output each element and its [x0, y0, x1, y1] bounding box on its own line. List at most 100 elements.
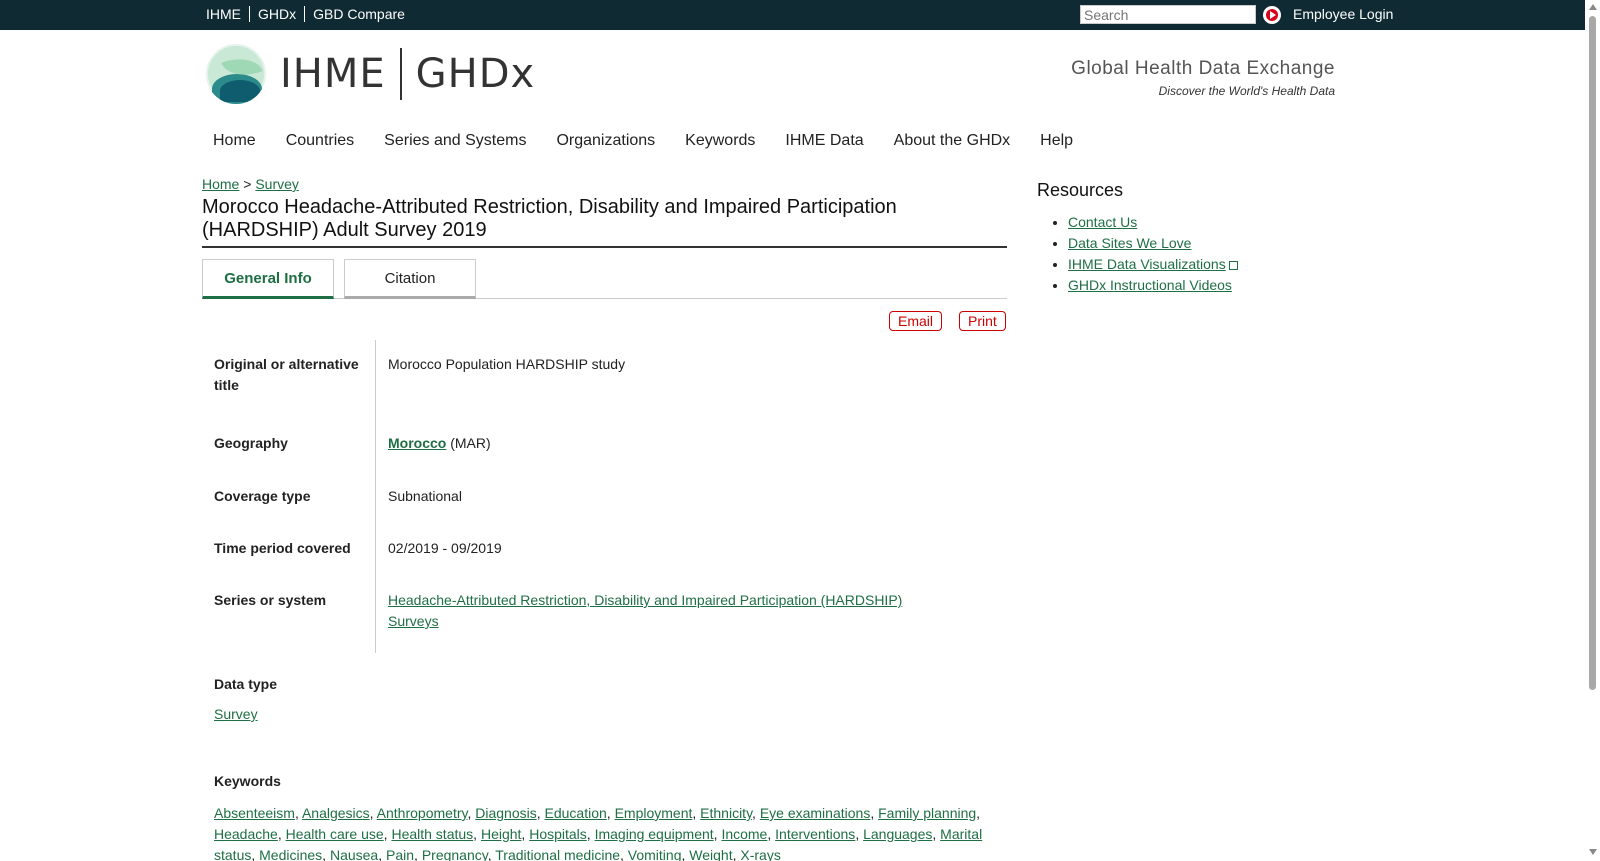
keyword-separator: ,: [870, 805, 879, 821]
keyword-separator: ,: [536, 805, 545, 821]
site-logo[interactable]: IHME GHDx: [206, 44, 535, 104]
nav-keywords[interactable]: Keywords: [674, 132, 766, 150]
resource-instructional-videos[interactable]: GHDx Instructional Videos: [1068, 277, 1232, 293]
print-button[interactable]: Print: [959, 311, 1006, 331]
geography-code: (MAR): [450, 435, 491, 451]
employee-login-link[interactable]: Employee Login: [1293, 6, 1393, 22]
page-actions: Email Print: [889, 311, 1006, 331]
keyword-link[interactable]: Nausea: [330, 847, 378, 861]
keyword-link[interactable]: Income: [721, 826, 767, 842]
data-type-label: Data type: [214, 676, 278, 692]
nav-about-the-ghdx[interactable]: About the GHDx: [883, 132, 1022, 150]
keyword-link[interactable]: Family planning: [878, 805, 976, 821]
search-go-icon[interactable]: [1263, 6, 1281, 24]
search-input[interactable]: [1080, 5, 1256, 24]
keyword-separator: ,: [473, 826, 481, 842]
keyword-link[interactable]: Interventions: [775, 826, 855, 842]
keyword-link[interactable]: Weight: [689, 847, 732, 861]
field-value: Morocco (MAR): [376, 408, 1007, 466]
keyword-link[interactable]: Traditional medicine: [495, 847, 620, 861]
main-nav: Home Countries Series and Systems Organi…: [202, 132, 1092, 150]
keyword-link[interactable]: Medicines: [259, 847, 322, 861]
scroll-up-icon[interactable]: [1589, 4, 1597, 10]
keyword-separator: ,: [369, 805, 377, 821]
keyword-separator: ,: [294, 805, 302, 821]
breadcrumb-survey[interactable]: Survey: [255, 176, 299, 192]
info-row-coverage: Coverage type Subnational: [202, 466, 1007, 519]
email-button[interactable]: Email: [889, 311, 943, 331]
top-link-gbd-compare[interactable]: GBD Compare: [305, 6, 413, 22]
keyword-link[interactable]: Headache: [214, 826, 278, 842]
tab-citation[interactable]: Citation: [344, 259, 476, 299]
nav-organizations[interactable]: Organizations: [545, 132, 666, 150]
field-label: Geography: [202, 408, 376, 466]
keyword-separator: ,: [606, 805, 615, 821]
breadcrumb-separator: >: [243, 176, 252, 192]
keyword-link[interactable]: Pregnancy: [422, 847, 488, 861]
top-link-ihme[interactable]: IHME: [202, 6, 250, 22]
keyword-link[interactable]: Analgesics: [302, 805, 370, 821]
resources-title: Resources: [1037, 180, 1124, 200]
nav-series-and-systems[interactable]: Series and Systems: [373, 132, 537, 150]
resource-data-sites[interactable]: Data Sites We Love: [1068, 235, 1191, 251]
keyword-separator: ,: [414, 847, 422, 861]
keyword-separator: ,: [322, 847, 330, 861]
keyword-link[interactable]: Vomiting: [628, 847, 682, 861]
top-link-ghdx[interactable]: GHDx: [250, 6, 306, 22]
keyword-link[interactable]: Employment: [615, 805, 693, 821]
field-value: Headache-Attributed Restriction, Disabil…: [376, 571, 1007, 653]
logo-ihme-text: IHME: [280, 51, 386, 97]
keyword-link[interactable]: Hospitals: [529, 826, 587, 842]
field-label: Time period covered: [202, 519, 376, 571]
keywords-list: Absenteeism, Analgesics, Anthropometry, …: [214, 803, 1009, 861]
keyword-link[interactable]: Pain: [386, 847, 414, 861]
nav-ihme-data[interactable]: IHME Data: [774, 132, 874, 150]
breadcrumb-home[interactable]: Home: [202, 176, 239, 192]
resources-list: Contact Us Data Sites We Love IHME Data …: [1050, 212, 1238, 296]
info-row-series: Series or system Headache-Attributed Res…: [202, 571, 1007, 653]
page-title: Morocco Headache-Attributed Restriction,…: [202, 196, 1007, 248]
data-type-section: Data type Survey: [214, 676, 1009, 722]
keyword-separator: ,: [855, 826, 864, 842]
nav-help[interactable]: Help: [1029, 132, 1084, 150]
field-value: 02/2019 - 09/2019: [388, 540, 502, 556]
keyword-separator: ,: [586, 826, 595, 842]
tab-general-info[interactable]: General Info: [202, 259, 334, 299]
resource-item: Contact Us: [1068, 212, 1238, 233]
nav-countries[interactable]: Countries: [275, 132, 365, 150]
keyword-link[interactable]: Health care use: [286, 826, 384, 842]
keyword-link[interactable]: Education: [545, 805, 607, 821]
ihme-globe-icon: [206, 44, 266, 104]
field-label: Original or alternative title: [202, 340, 376, 408]
keyword-separator: ,: [378, 847, 386, 861]
nav-home[interactable]: Home: [202, 132, 267, 150]
scroll-down-icon[interactable]: [1589, 849, 1597, 855]
field-value: Subnational: [388, 488, 462, 504]
keyword-separator: ,: [620, 847, 628, 861]
keyword-link[interactable]: Absenteeism: [214, 805, 295, 821]
geography-link[interactable]: Morocco: [388, 435, 446, 451]
info-row-time-period: Time period covered 02/2019 - 09/2019: [202, 519, 1007, 571]
keyword-link[interactable]: Anthropometry: [377, 805, 468, 821]
resource-ihme-visualizations[interactable]: IHME Data Visualizations: [1068, 256, 1226, 272]
scrollbar-thumb[interactable]: [1589, 16, 1596, 690]
keyword-link[interactable]: Languages: [863, 826, 932, 842]
keyword-separator: ,: [692, 805, 701, 821]
breadcrumb: Home > Survey: [202, 176, 299, 192]
data-type-link[interactable]: Survey: [214, 706, 258, 722]
site-tagline: Global Health Data Exchange Discover the…: [1071, 58, 1335, 98]
keyword-link[interactable]: X-rays: [740, 847, 780, 861]
keyword-separator: ,: [976, 805, 981, 821]
resource-contact-us[interactable]: Contact Us: [1068, 214, 1137, 230]
keyword-link[interactable]: Diagnosis: [475, 805, 536, 821]
keyword-link[interactable]: Health status: [391, 826, 473, 842]
keyword-link[interactable]: Eye examinations: [760, 805, 871, 821]
series-link[interactable]: Headache-Attributed Restriction, Disabil…: [388, 592, 902, 629]
keyword-link[interactable]: Height: [481, 826, 521, 842]
keyword-link[interactable]: Ethnicity: [700, 805, 752, 821]
scrollbar[interactable]: [1585, 0, 1600, 861]
keyword-link[interactable]: Imaging equipment: [595, 826, 714, 842]
keywords-section: Keywords Absenteeism, Analgesics, Anthro…: [214, 773, 1009, 861]
top-bar: IHME GHDx GBD Compare Employee Login: [0, 0, 1585, 30]
top-links: IHME GHDx GBD Compare: [202, 6, 413, 22]
